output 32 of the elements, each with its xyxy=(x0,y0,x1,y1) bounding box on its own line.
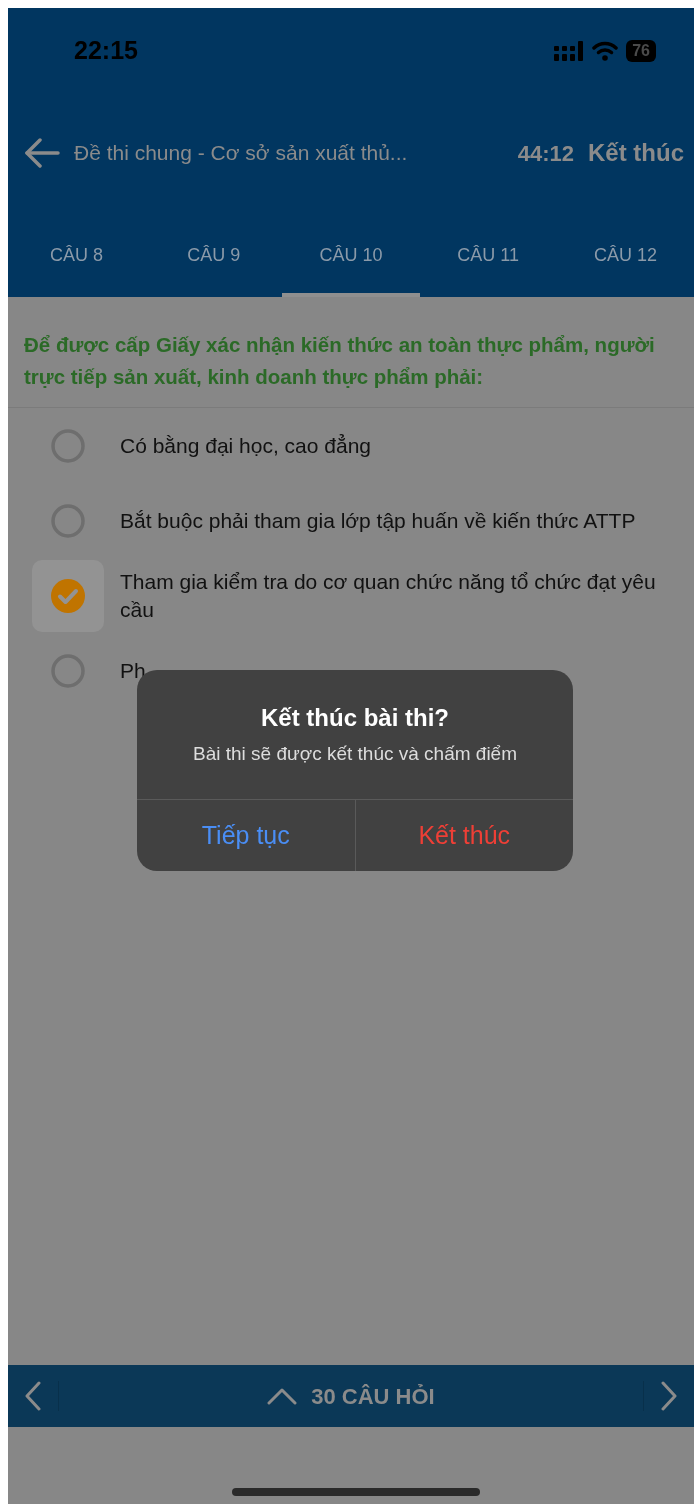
signal-icon xyxy=(554,40,585,61)
back-button[interactable] xyxy=(24,138,60,168)
battery-level: 76 xyxy=(626,39,656,62)
radio-circle-icon xyxy=(51,428,85,463)
question-tab[interactable]: CÂU 8 xyxy=(8,217,146,297)
answer-text: Tham gia kiểm tra do cơ quan chức năng tổ chức đạt yêu cầu xyxy=(120,568,657,623)
finish-button[interactable]: Kết thúc xyxy=(588,135,684,171)
status-time: 22:15 xyxy=(74,34,138,66)
answer-radio[interactable] xyxy=(32,559,104,632)
dialog-message: Bài thi sẽ được kết thúc và chấm điểm xyxy=(192,742,517,767)
question-count-label[interactable]: 30 CÂU HỎI xyxy=(311,1379,435,1413)
dialog-title: Kết thúc bài thi? xyxy=(261,703,449,734)
chevron-left-icon xyxy=(24,1381,42,1411)
answer-text: Bắt buộc phải tham gia lớp tập huấn về kiến thức ATTP xyxy=(120,507,636,534)
answer-text: Ph xyxy=(120,657,146,684)
question-tab[interactable]: CÂU 10 xyxy=(282,217,420,297)
chevron-right-icon xyxy=(660,1381,678,1411)
check-circle-icon xyxy=(51,578,85,613)
answer-text: Có bằng đại học, cao đẳng xyxy=(120,432,372,459)
question-text: Để được cấp Giấy xác nhận kiến thức an toàn thực phẩm, người trực tiếp sản xuất, kinh doanh thực phẩm phải: xyxy=(8,297,694,408)
continue-button[interactable]: Tiếp tục xyxy=(137,800,355,871)
question-tab[interactable]: CÂU 12 xyxy=(556,217,694,297)
exam-title: Đề thi chung - Cơ sở sản xuất thủ... xyxy=(74,140,409,167)
question-tab[interactable]: CÂU 9 xyxy=(145,217,283,297)
question-tab[interactable]: CÂU 11 xyxy=(419,217,557,297)
home-indicator[interactable] xyxy=(232,1488,480,1496)
radio-circle-icon xyxy=(51,653,85,688)
wifi-icon xyxy=(592,40,619,61)
finish-exam-button[interactable]: Kết thúc xyxy=(354,800,573,871)
chevron-up-icon xyxy=(267,1387,298,1405)
radio-circle-icon xyxy=(51,503,85,538)
countdown-timer: 44:12 xyxy=(517,139,574,168)
